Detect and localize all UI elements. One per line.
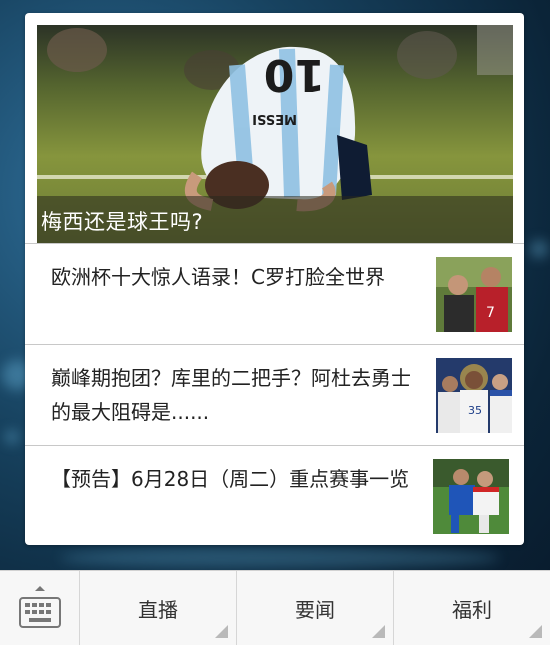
news-title: 【预告】6月28日（周二）重点赛事一览 (51, 467, 410, 491)
hero-caption: 梅西还是球王吗? (41, 210, 204, 234)
keyboard-icon (19, 586, 61, 628)
soccer-players-thumbnail: 7 (436, 257, 512, 332)
bottom-menu-bar: 直播 要闻 福利 (0, 570, 550, 645)
submenu-indicator-icon (372, 625, 385, 638)
soccer-match-thumbnail (433, 459, 509, 534)
tab-label: 要闻 (295, 598, 335, 622)
news-item[interactable]: 欧洲杯十大惊人语录！C罗打脸全世界 7 (25, 244, 524, 344)
jersey-name: MESSI (252, 111, 297, 126)
background-bokeh (530, 240, 548, 258)
news-item[interactable]: 巅峰期抱团？库里的二把手？阿杜去勇士的最大阻碍是...... 35 (25, 345, 524, 445)
news-title: 巅峰期抱团？库里的二把手？阿杜去勇士的最大阻碍是...... (51, 366, 411, 424)
submenu-indicator-icon (215, 625, 228, 638)
hero-banner[interactable]: 10 MESSI 梅西还是球王吗? (37, 25, 513, 244)
background-bokeh (5, 430, 19, 444)
jersey-number: 10 (264, 49, 325, 100)
basketball-players-thumbnail: 35 (436, 358, 512, 433)
tab-label: 直播 (138, 598, 178, 622)
tab-news[interactable]: 要闻 (237, 571, 393, 645)
news-title: 欧洲杯十大惊人语录！C罗打脸全世界 (51, 265, 385, 289)
background-bokeh (60, 548, 500, 568)
tab-live[interactable]: 直播 (80, 571, 236, 645)
news-item[interactable]: 【预告】6月28日（周二）重点赛事一览 (25, 446, 524, 545)
svg-text:35: 35 (468, 404, 482, 417)
submenu-indicator-icon (529, 625, 542, 638)
svg-text:7: 7 (486, 305, 495, 321)
news-card: 10 MESSI 梅西还是球王吗? 欧洲杯十大惊人语录！C罗打脸全世界 7 巅峰… (25, 13, 524, 545)
keyboard-toggle-button[interactable] (0, 571, 79, 645)
tab-label: 福利 (452, 598, 492, 622)
tab-benefits[interactable]: 福利 (394, 571, 550, 645)
